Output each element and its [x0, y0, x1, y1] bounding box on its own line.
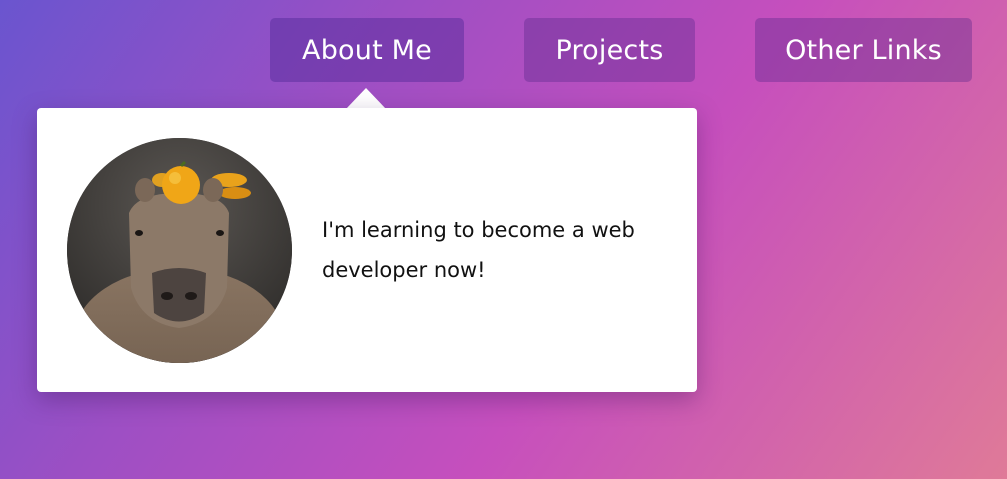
about-me-dropdown: I'm learning to become a web developer n…: [37, 108, 697, 392]
capybara-avatar: [67, 138, 292, 363]
nav-other-links-button[interactable]: Other Links: [755, 18, 972, 82]
dropdown-pointer: [346, 88, 386, 109]
nav-projects-button[interactable]: Projects: [524, 18, 695, 82]
nav-about-me-button[interactable]: About Me: [270, 18, 464, 82]
about-me-description: I'm learning to become a web developer n…: [322, 218, 635, 282]
capybara-photo-icon: [67, 138, 292, 363]
